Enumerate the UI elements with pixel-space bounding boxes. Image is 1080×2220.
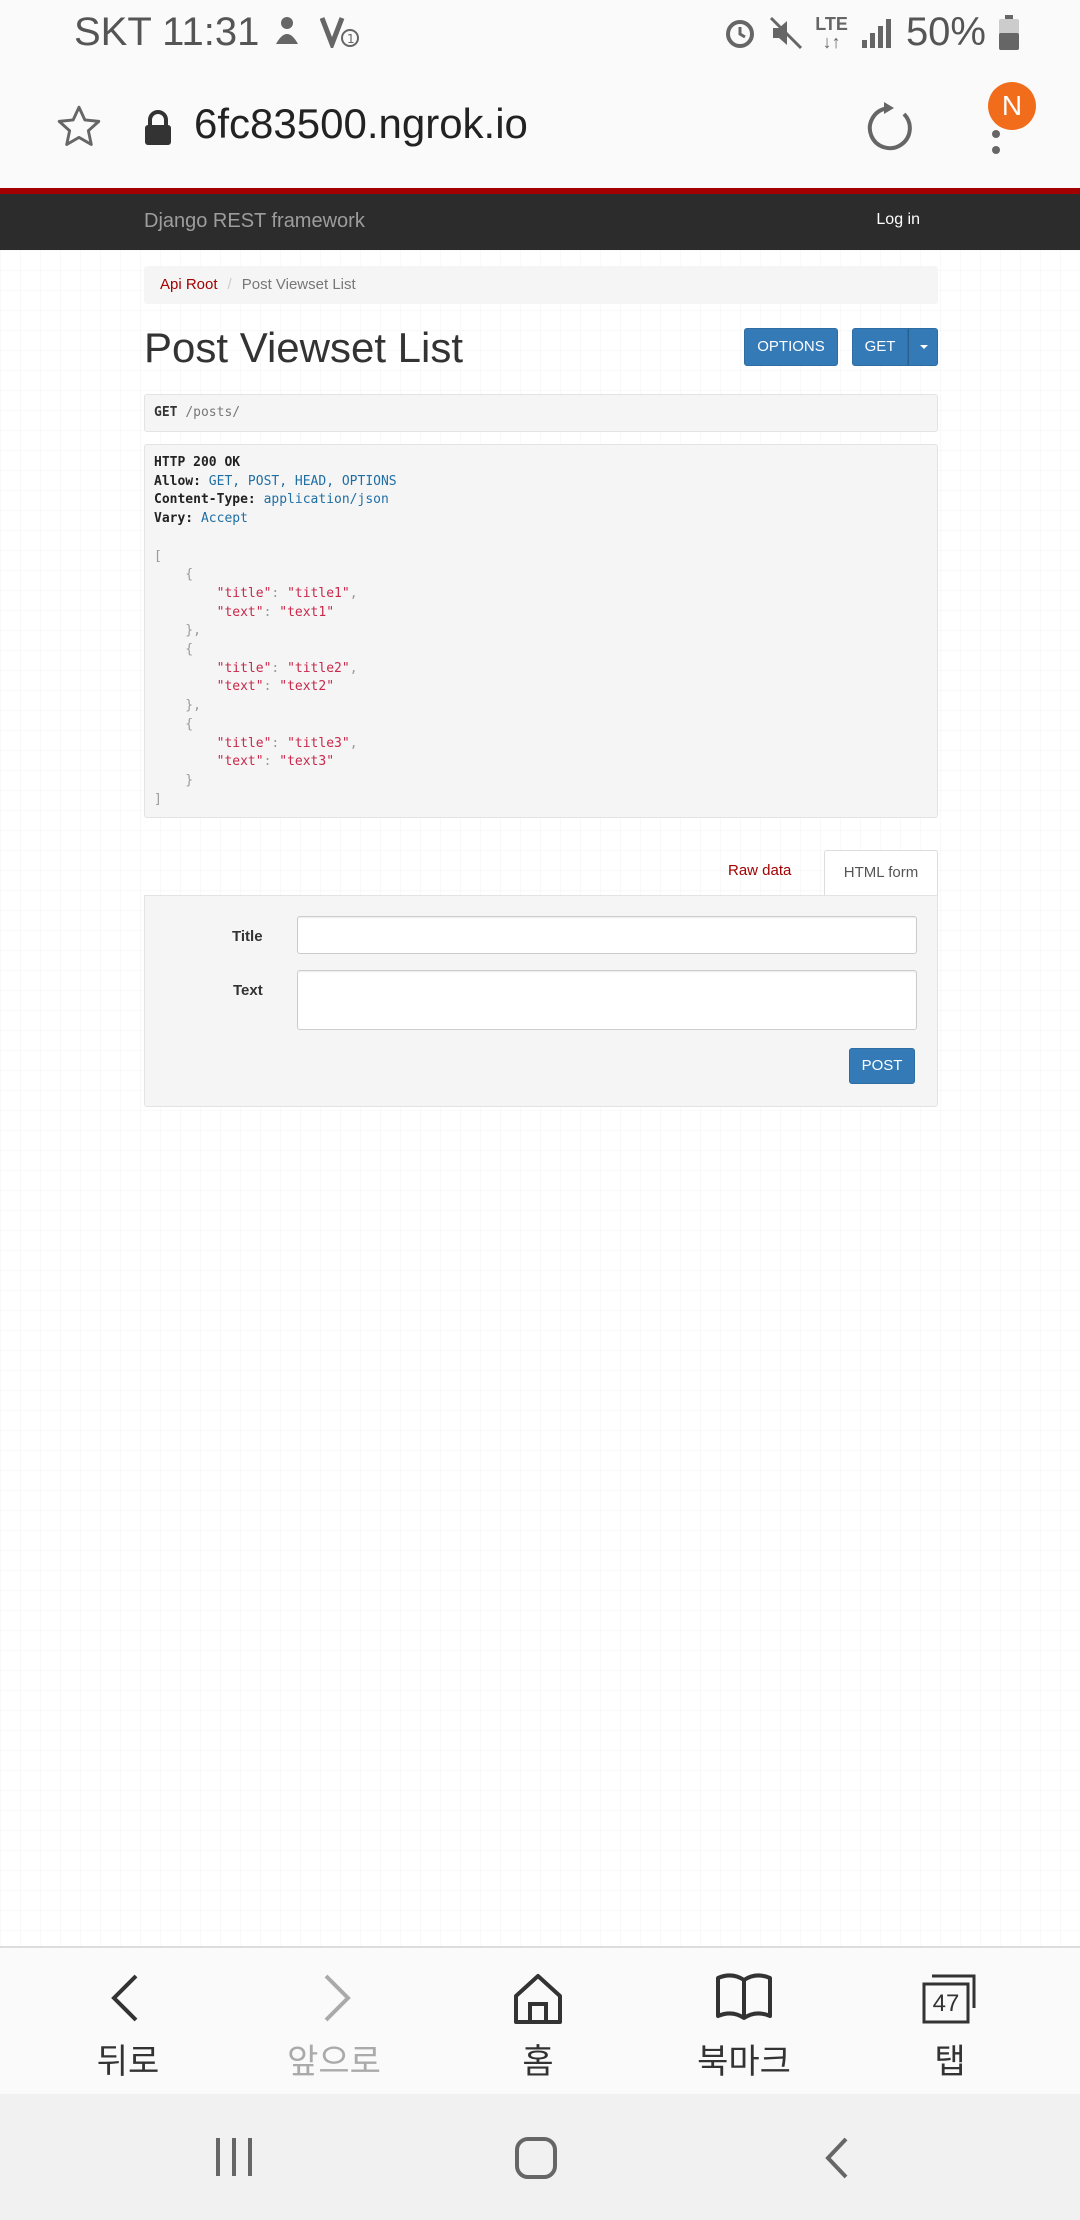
request-path: /posts/ <box>185 405 241 420</box>
post-title: "title1" <box>287 585 350 601</box>
battery-percent: 50% <box>905 10 986 54</box>
back-label: 뒤로 <box>96 2043 160 2081</box>
allow-header-value: GET, POST, HEAD, OPTIONS <box>208 473 397 489</box>
tabs-icon: 47 <box>920 1968 980 2028</box>
options-button[interactable]: OPTIONS <box>744 328 838 366</box>
system-navigation-bar <box>0 2094 1080 2220</box>
lte-indicator: LTE ↓↑ <box>815 13 848 52</box>
response-status: HTTP 200 OK <box>154 455 241 470</box>
text-textarea[interactable] <box>297 970 917 1030</box>
book-icon <box>716 1973 772 2020</box>
status-bar: SKT 11:31 1 LTE ↓↑ 50% <box>0 0 1080 66</box>
home-nav-icon[interactable] <box>514 2136 558 2180</box>
caret-down-icon <box>920 345 928 349</box>
get-button[interactable]: GET <box>852 328 908 366</box>
battery-icon <box>999 14 1019 50</box>
page-title: Post Viewset List <box>144 324 464 371</box>
back-nav-icon[interactable] <box>822 2136 852 2180</box>
vary-key: Vary: <box>154 511 194 527</box>
tab-raw-data[interactable]: Raw data <box>728 862 791 879</box>
forward-button[interactable]: 앞으로 <box>254 1968 414 2083</box>
content-type-key: Content-Type: <box>154 492 256 508</box>
content-type-value: application/json <box>263 492 389 508</box>
notification-icon <box>276 17 298 44</box>
allow-header-key: Allow: <box>154 473 201 489</box>
back-button[interactable]: 뒤로 <box>48 1968 208 2083</box>
tab-count: 47 <box>932 1990 960 2017</box>
reload-icon[interactable] <box>864 102 916 154</box>
request-method: GET <box>154 405 178 420</box>
url-field[interactable]: 6fc83500.ngrok.io <box>194 100 528 148</box>
post-title: "title2" <box>287 660 350 676</box>
breadcrumb-separator: / <box>227 276 232 293</box>
title-input[interactable] <box>297 916 917 954</box>
forward-label: 앞으로 <box>287 2043 381 2081</box>
lock-icon[interactable] <box>142 110 174 146</box>
post-text: "text1" <box>279 604 335 620</box>
breadcrumb-current: Post Viewset List <box>241 276 356 293</box>
mute-icon <box>770 16 803 49</box>
bookmarks-button[interactable]: 북마크 <box>664 1968 824 2083</box>
text-label: Text <box>233 982 263 999</box>
call-notification-icon: 1 <box>320 17 359 48</box>
svg-text:1: 1 <box>347 32 355 46</box>
breadcrumb-api-root[interactable]: Api Root <box>160 276 218 293</box>
breadcrumb: Api Root / Post Viewset List <box>144 266 938 304</box>
get-format-dropdown[interactable] <box>908 328 938 366</box>
vary-value: Accept <box>200 511 248 527</box>
chevron-right-icon <box>324 1974 351 2022</box>
navbar-brand[interactable]: Django REST framework <box>144 210 365 233</box>
login-link[interactable]: Log in <box>876 211 920 229</box>
post-text: "text3" <box>279 754 335 770</box>
home-icon <box>514 1974 562 2024</box>
post-title: "title3" <box>287 735 350 751</box>
drf-navbar: Django REST framework Log in <box>0 194 1080 250</box>
tabs-label: 탭 <box>934 2043 966 2081</box>
recent-apps-icon[interactable] <box>212 2136 256 2178</box>
signal-icon <box>861 18 891 48</box>
alarm-icon <box>726 19 755 48</box>
post-text: "text2" <box>279 679 335 695</box>
home-label: 홈 <box>522 2043 554 2081</box>
home-button[interactable]: 홈 <box>458 1968 618 2083</box>
post-form: Title Text POST <box>144 895 938 1107</box>
title-label: Title <box>232 928 263 945</box>
response-info: HTTP 200 OK Allow: GET, POST, HEAD, OPTI… <box>144 444 938 818</box>
profile-avatar[interactable]: N <box>988 82 1036 130</box>
page-content: Api Root / Post Viewset List Post Viewset … <box>0 250 1080 1946</box>
chevron-left-icon <box>111 1974 138 2022</box>
browser-address-bar: 6fc83500.ngrok.io N <box>0 66 1080 188</box>
carrier-time: SKT 11:31 <box>74 10 260 54</box>
bookmark-star-icon[interactable] <box>54 102 104 152</box>
request-info: GET /posts/ <box>144 394 938 432</box>
tabs-button[interactable]: 47 탭 <box>870 1968 1030 2083</box>
browser-bottom-toolbar: 뒤로 앞으로 홈 북마크 47 탭 <box>0 1946 1080 2094</box>
bookmarks-label: 북마크 <box>697 2043 791 2081</box>
post-button[interactable]: POST <box>849 1048 915 1084</box>
tab-html-form[interactable]: HTML form <box>824 850 938 896</box>
